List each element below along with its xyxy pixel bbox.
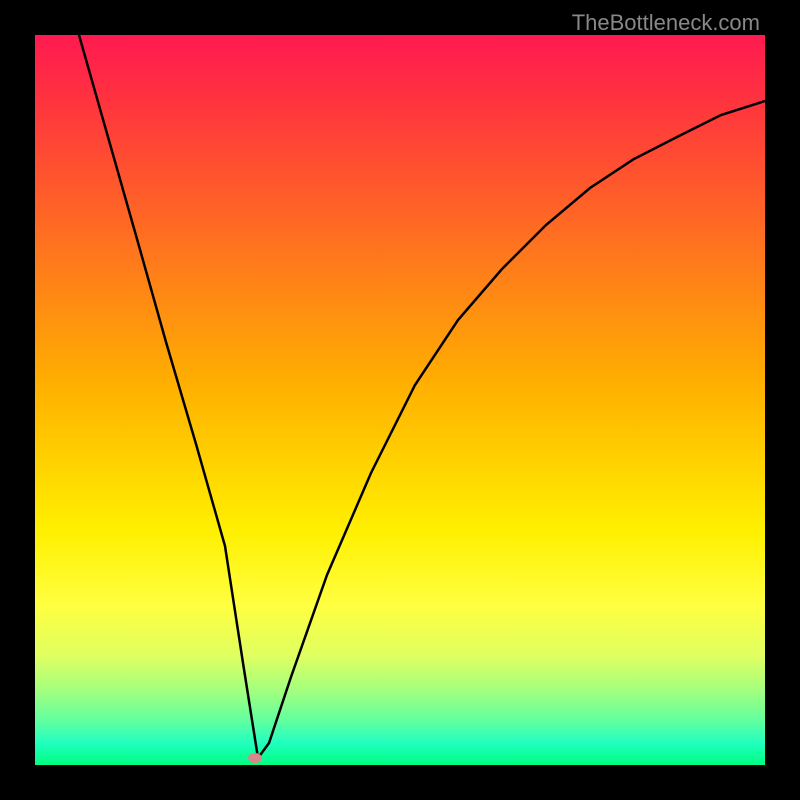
- bottleneck-curve: [35, 35, 765, 765]
- min-marker: [248, 753, 262, 763]
- curve-path: [79, 35, 765, 758]
- watermark-text: TheBottleneck.com: [572, 10, 760, 36]
